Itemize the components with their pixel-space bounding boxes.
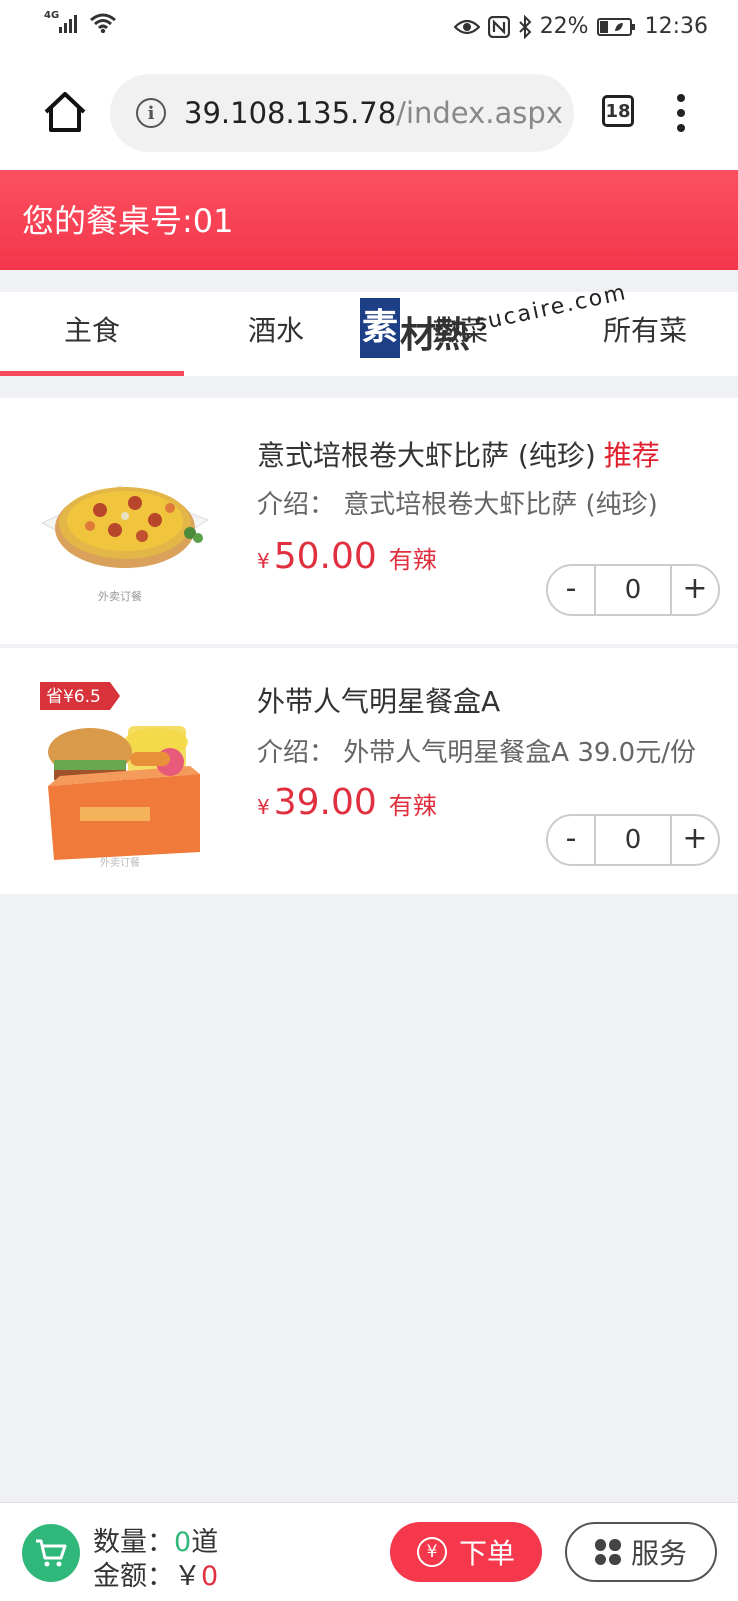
- dish-description: 介绍： 意式培根卷大虾比萨 (纯珍): [257, 490, 658, 520]
- quantity-value[interactable]: 0: [594, 566, 672, 614]
- signal-icon: [59, 15, 78, 33]
- decrease-button[interactable]: -: [548, 816, 594, 864]
- dish-name-text: 意式培根卷大虾比萨 (纯珍): [257, 439, 596, 472]
- service-button[interactable]: 服务: [565, 1522, 717, 1582]
- price-value: 50.00: [273, 536, 377, 577]
- grid-icon: [594, 1539, 621, 1565]
- amount-currency: ￥: [174, 1561, 201, 1592]
- currency-symbol: ¥: [257, 795, 270, 819]
- dish-description: 介绍： 外带人气明星餐盒A 39.0元/份: [257, 738, 696, 768]
- status-left: 4G: [44, 9, 117, 34]
- image-caption: 外卖订餐: [98, 589, 142, 603]
- dish-price: ¥ 50.00 有辣: [257, 536, 437, 577]
- address-bar[interactable]: i 39.108.135.78/index.aspх: [110, 74, 574, 152]
- tab-switcher-button[interactable]: 18: [602, 95, 634, 127]
- tab-staple[interactable]: 主食: [0, 292, 184, 370]
- spicy-tag: 有辣: [388, 792, 437, 820]
- nfc-icon: [487, 15, 510, 38]
- currency-symbol: ¥: [257, 549, 270, 573]
- wifi-icon: [90, 13, 117, 34]
- bluetooth-icon: [518, 14, 532, 39]
- promo-label: 省¥6.5: [46, 687, 101, 707]
- service-label: 服务: [630, 1537, 687, 1570]
- quantity-stepper: - 0 +: [546, 814, 720, 866]
- network-type: 4G: [44, 9, 60, 21]
- amount-label: 金额：: [93, 1561, 174, 1592]
- more-menu-icon[interactable]: [676, 94, 686, 132]
- recommended-badge: 推荐: [603, 439, 660, 472]
- battery-icon: [596, 17, 635, 36]
- watermark-text: 材熱: [400, 315, 470, 356]
- eye-icon: [453, 19, 480, 34]
- info-icon[interactable]: i: [136, 98, 166, 128]
- order-label: 下单: [458, 1537, 515, 1570]
- image-caption: 外卖订餐: [100, 856, 140, 869]
- place-order-button[interactable]: ¥ 下单: [390, 1522, 542, 1582]
- tab-drinks[interactable]: 酒水: [184, 292, 368, 370]
- order-amount: 金额：￥0: [93, 1554, 218, 1593]
- home-icon[interactable]: [40, 88, 90, 138]
- dish-image-meal-box[interactable]: 省¥6.5 外卖订餐: [40, 682, 210, 872]
- watermark-logo-block: 素: [360, 298, 400, 358]
- price-value: 39.00: [273, 782, 377, 823]
- yen-icon: ¥: [416, 1537, 447, 1567]
- spicy-tag: 有辣: [388, 546, 437, 574]
- dish-name[interactable]: 意式培根卷大虾比萨 (纯珍) 推荐: [257, 434, 660, 474]
- url-path: /index.aspх: [396, 96, 563, 130]
- status-right: 22% 12:36: [453, 14, 708, 39]
- dish-name[interactable]: 外带人气明星餐盒A: [257, 680, 508, 720]
- increase-button[interactable]: +: [672, 816, 718, 864]
- dish-price: ¥ 39.00 有辣: [257, 782, 437, 823]
- clock-time: 12:36: [644, 14, 708, 39]
- dish-name-text: 外带人气明星餐盒A: [257, 685, 501, 718]
- table-number-label: 您的餐桌号:01: [22, 202, 234, 240]
- battery-percent: 22%: [539, 14, 589, 39]
- url-host: 39.108.135.78: [184, 96, 397, 130]
- url-text[interactable]: 39.108.135.78/index.aspх: [184, 96, 563, 130]
- amount-value: 0: [201, 1561, 219, 1592]
- increase-button[interactable]: +: [672, 566, 718, 614]
- quantity-stepper: - 0 +: [546, 564, 720, 616]
- cart-icon[interactable]: [22, 1524, 80, 1582]
- decrease-button[interactable]: -: [548, 566, 594, 614]
- quantity-value[interactable]: 0: [594, 816, 672, 864]
- dish-image-pizza[interactable]: 外卖订餐: [40, 428, 210, 618]
- active-tab-indicator: [0, 371, 184, 376]
